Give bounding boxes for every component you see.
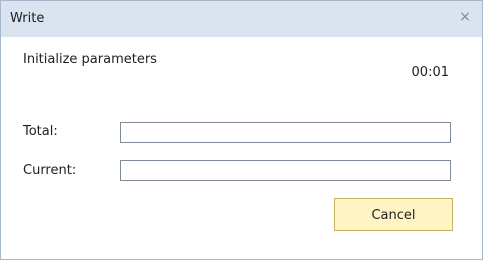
title-bar: Write × xyxy=(1,1,482,37)
cancel-button[interactable]: Cancel xyxy=(334,198,453,231)
current-progress-bar xyxy=(120,160,451,181)
window-title: Write xyxy=(10,11,45,26)
total-progress-bar xyxy=(120,122,451,143)
status-message: Initialize parameters xyxy=(23,52,157,67)
write-dialog: Write × Initialize parameters 00:01 Tota… xyxy=(0,0,483,260)
current-label: Current: xyxy=(23,163,77,178)
close-icon[interactable]: × xyxy=(456,8,474,26)
elapsed-timer: 00:01 xyxy=(411,65,449,80)
total-label: Total: xyxy=(23,124,58,139)
